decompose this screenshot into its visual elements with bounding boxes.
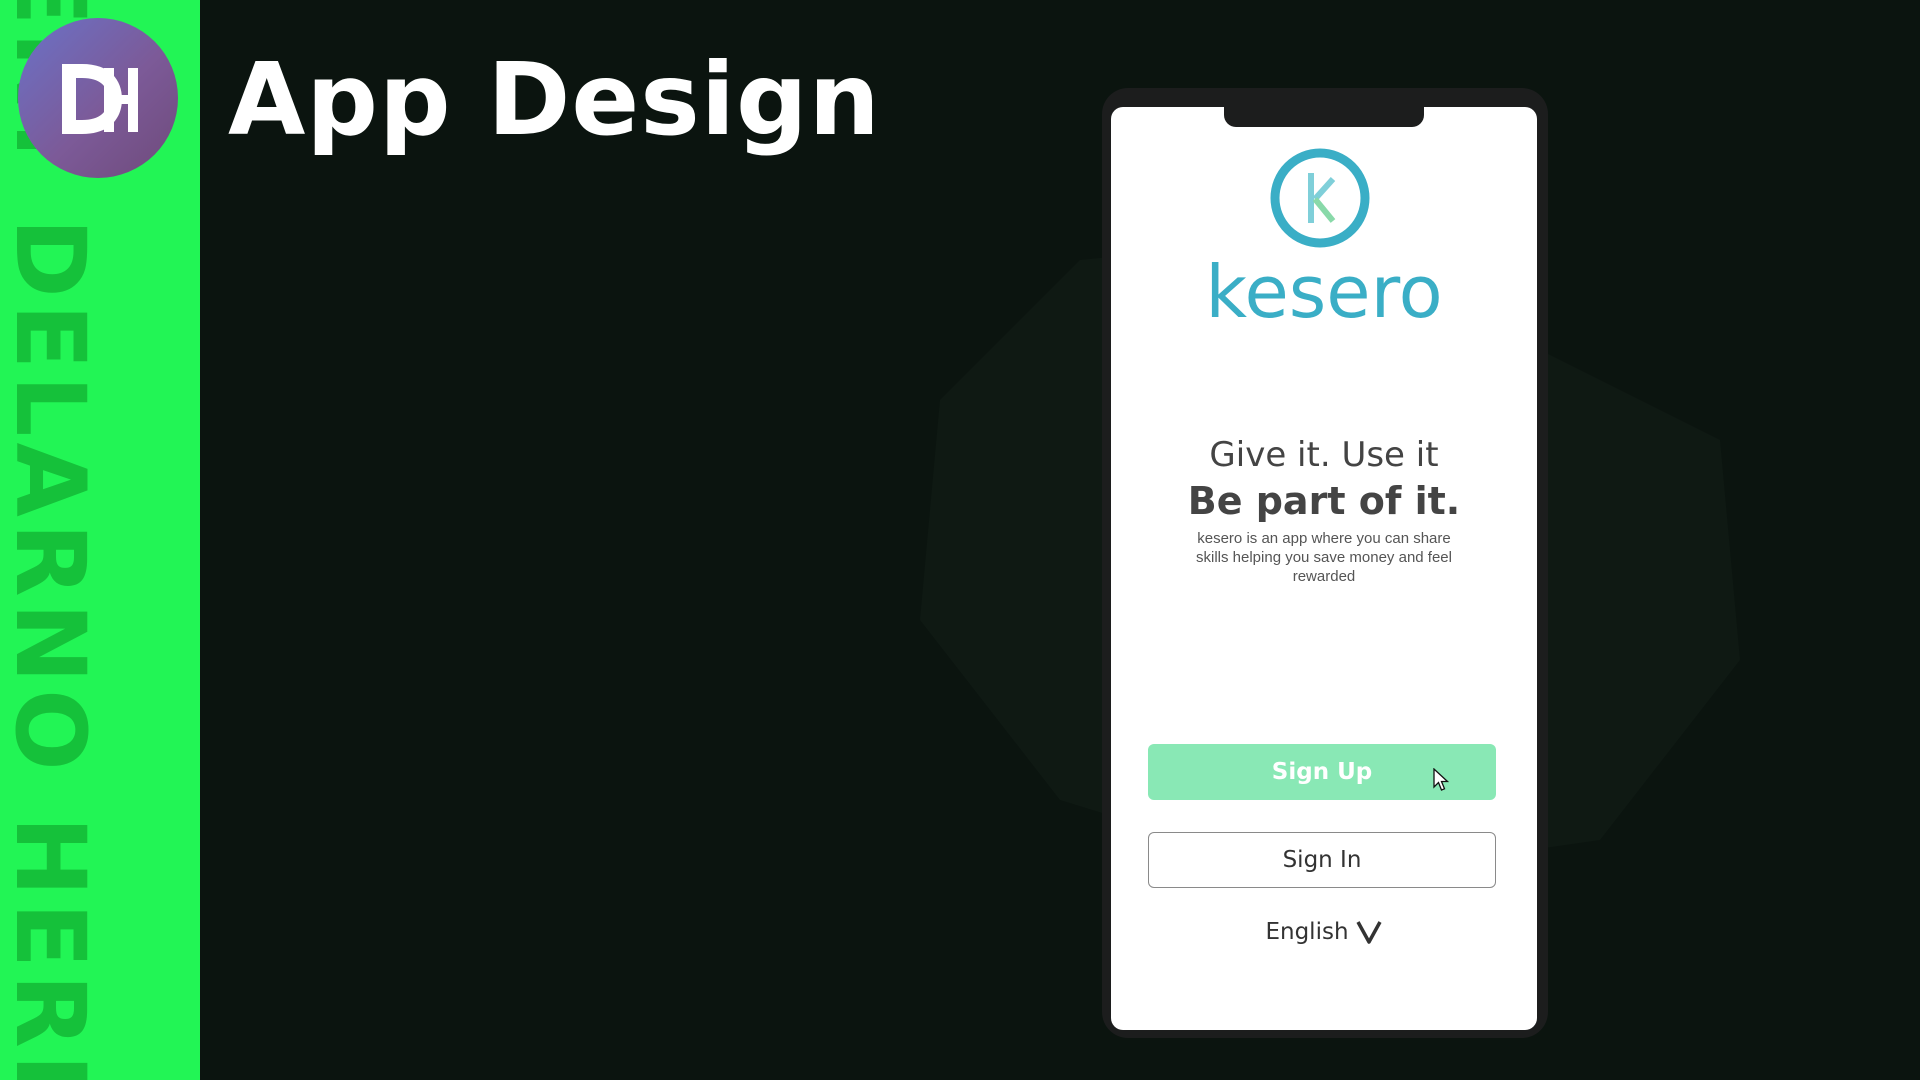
headline-line1: Give it. Use it	[1209, 435, 1439, 475]
headline: Give it. Use it Be part of it.	[1111, 432, 1537, 524]
sign-in-button[interactable]: Sign In	[1148, 832, 1496, 888]
brand-logo	[18, 18, 178, 178]
language-label: English	[1265, 919, 1349, 945]
dh-logo-icon	[62, 64, 138, 134]
headline-line2: Be part of it.	[1187, 479, 1461, 523]
app-description: kesero is an app where you can share ski…	[1196, 530, 1452, 585]
mouse-cursor-icon	[1433, 768, 1449, 791]
kesero-k-logo-icon	[1270, 148, 1370, 248]
app-name: kesero	[1205, 250, 1443, 334]
chevron-down-icon	[1355, 921, 1382, 944]
page-title: App Design	[228, 41, 881, 158]
phone-screen: kesero Give it. Use it Be part of it. ke…	[1111, 107, 1537, 1030]
phone-notch	[1224, 103, 1424, 127]
sidebar-band: ERT DELARNO HERB	[0, 0, 200, 1080]
language-selector[interactable]: English	[1111, 919, 1537, 945]
